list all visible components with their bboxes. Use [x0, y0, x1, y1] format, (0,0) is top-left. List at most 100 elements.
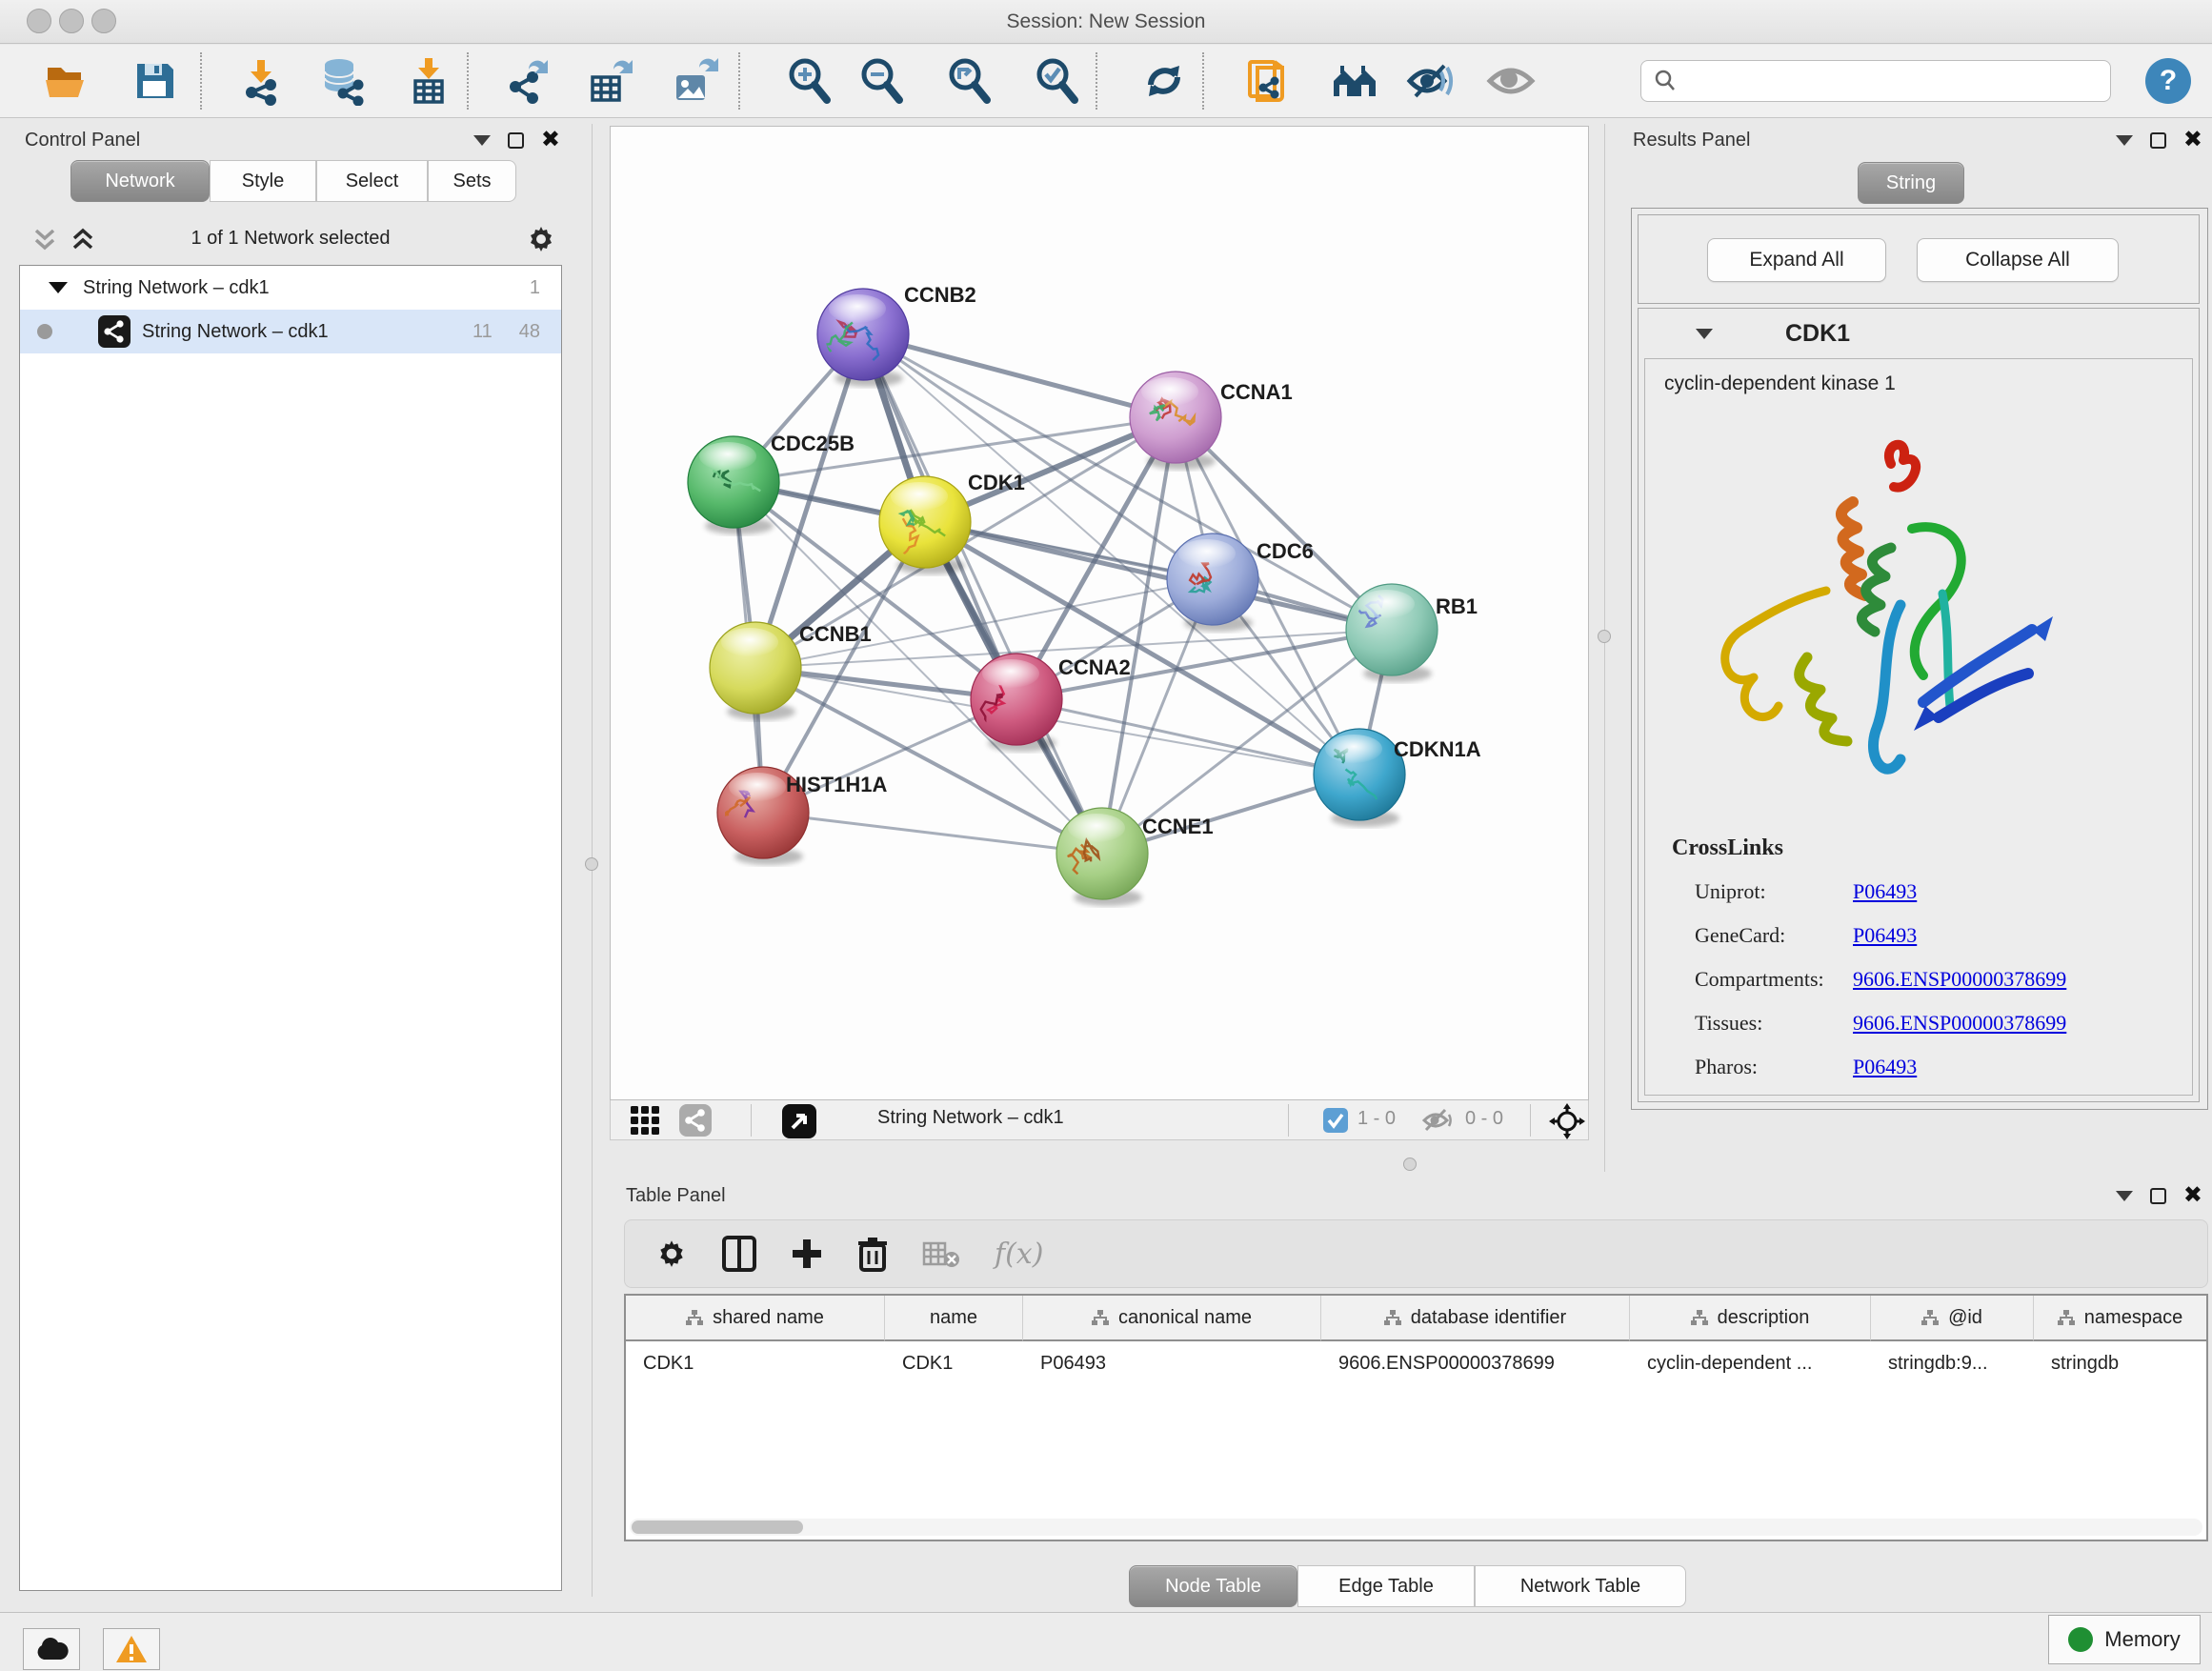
hierarchy-icon [686, 1310, 703, 1325]
zoom-selected-icon[interactable] [1031, 54, 1084, 108]
table-cell[interactable]: 9606.ENSP00000378699 [1321, 1343, 1630, 1383]
collapse-all-button[interactable]: Collapse All [1917, 238, 2119, 282]
toolbar-separator [751, 1104, 752, 1137]
add-column-icon[interactable] [791, 1238, 823, 1270]
tab-select[interactable]: Select [316, 160, 428, 202]
grid-view-icon[interactable] [630, 1105, 660, 1136]
right-splitter-handle[interactable] [1598, 630, 1611, 643]
table-cell[interactable]: cyclin-dependent ... [1630, 1343, 1871, 1383]
copy-network-icon[interactable] [1240, 54, 1294, 108]
tab-edge-table[interactable]: Edge Table [1297, 1565, 1475, 1607]
export-table-icon[interactable] [583, 54, 636, 108]
eye-icon[interactable] [1484, 54, 1538, 108]
toolbar-separator [1096, 52, 1097, 110]
warnings-button[interactable] [103, 1628, 160, 1670]
table-cell[interactable]: P06493 [1023, 1343, 1321, 1383]
tab-style[interactable]: Style [210, 160, 316, 202]
window-zoom-button[interactable] [91, 9, 116, 33]
node-section-header[interactable]: CDK1 [1639, 309, 2199, 358]
network-view-share-icon[interactable] [679, 1104, 712, 1137]
results-panel-title: Results Panel [1633, 130, 1750, 151]
crosslinks-heading: CrossLinks [1672, 836, 1783, 861]
table-cell[interactable]: stringdb:9... [1871, 1343, 2034, 1383]
import-network-database-icon[interactable] [316, 54, 370, 108]
collection-expand-icon[interactable] [49, 282, 68, 293]
apply-layout-icon[interactable] [1137, 54, 1191, 108]
show-columns-icon[interactable] [722, 1236, 756, 1272]
toolbar-separator [1202, 52, 1204, 110]
show-graphics-details-icon[interactable] [1404, 54, 1458, 108]
column-header-shared-name[interactable]: shared name [626, 1296, 885, 1341]
crosslink-link[interactable]: P06493 [1853, 879, 1917, 904]
panel-close-icon[interactable]: ✖ [541, 131, 560, 150]
zoom-fit-icon[interactable] [943, 54, 996, 108]
export-network-icon[interactable] [502, 54, 555, 108]
detach-view-icon[interactable] [782, 1104, 816, 1138]
node-label-CDK1: CDK1 [968, 471, 1025, 494]
string-results-container: Expand All Collapse All CDK1 cyclin-depe… [1631, 208, 2208, 1110]
export-image-icon[interactable] [669, 54, 722, 108]
window-close-button[interactable] [27, 9, 51, 33]
delete-column-icon[interactable] [857, 1236, 888, 1272]
left-splitter-handle[interactable] [585, 857, 598, 871]
network-options-gear-icon[interactable] [526, 224, 556, 254]
crosslink-link[interactable]: 9606.ENSP00000378699 [1853, 967, 2066, 992]
panel-float-icon[interactable] [2150, 1188, 2166, 1204]
network-view-title: String Network – cdk1 [877, 1107, 1064, 1129]
tab-sets[interactable]: Sets [428, 160, 516, 202]
panel-close-icon[interactable]: ✖ [2183, 1186, 2202, 1205]
save-session-icon[interactable] [128, 54, 181, 108]
crosslink-label: Compartments: [1695, 967, 1824, 992]
network-collection-row[interactable]: String Network – cdk1 1 [20, 266, 561, 310]
panel-float-icon[interactable] [2150, 132, 2166, 149]
column-header-description[interactable]: description [1630, 1296, 1871, 1341]
panel-menu-icon[interactable] [473, 135, 491, 146]
selected-checkbox-icon[interactable] [1323, 1108, 1348, 1133]
column-header-name[interactable]: name [885, 1296, 1023, 1341]
import-network-file-icon[interactable] [234, 54, 288, 108]
table-toolbar: f(x) [624, 1219, 2208, 1288]
tab-network[interactable]: Network [70, 160, 210, 202]
column-header-canonical-name[interactable]: canonical name [1023, 1296, 1321, 1341]
cloud-status-button[interactable] [23, 1628, 80, 1670]
crosslink-link[interactable]: 9606.ENSP00000378699 [1853, 1011, 2066, 1036]
memory-button[interactable]: Memory [2048, 1615, 2201, 1664]
column-header-id[interactable]: @id [1871, 1296, 2034, 1341]
panel-menu-icon[interactable] [2116, 1191, 2133, 1201]
tab-network-table[interactable]: Network Table [1475, 1565, 1686, 1607]
tab-string[interactable]: String [1858, 162, 1964, 204]
section-collapse-icon[interactable] [1696, 329, 1713, 339]
node-section-title: CDK1 [1785, 320, 1850, 348]
panel-float-icon[interactable] [508, 132, 524, 149]
column-header-namespace[interactable]: namespace [2034, 1296, 2206, 1341]
bottom-splitter-handle[interactable] [1403, 1158, 1417, 1171]
right-splitter[interactable] [1604, 124, 1605, 1172]
zoom-out-icon[interactable] [855, 54, 909, 108]
panel-close-icon[interactable]: ✖ [2183, 131, 2202, 150]
panel-menu-icon[interactable] [2116, 135, 2133, 146]
network-canvas[interactable]: CCNB2CCNA1CDC25BCDK1CDC6RB1CCNB1CCNA2CDK… [610, 126, 1589, 1100]
import-table-icon[interactable] [402, 54, 455, 108]
scrollbar-thumb[interactable] [632, 1520, 803, 1534]
open-session-icon[interactable] [40, 54, 93, 108]
window-minimize-button[interactable] [59, 9, 84, 33]
fit-content-crosshair-icon[interactable] [1549, 1103, 1585, 1139]
protein-structure-image [1683, 414, 2083, 834]
search-input[interactable] [1678, 70, 2110, 92]
table-cell[interactable]: stringdb [2034, 1343, 2206, 1383]
crosslink-link[interactable]: P06493 [1853, 1055, 1917, 1079]
help-button[interactable]: ? [2145, 58, 2191, 104]
horizontal-scrollbar[interactable] [630, 1519, 2202, 1536]
expand-all-button[interactable]: Expand All [1707, 238, 1886, 282]
results-panel: Results Panel ✖ String Expand All Collap… [1619, 124, 2212, 1115]
first-neighbors-icon[interactable] [1328, 54, 1381, 108]
crosslink-link[interactable]: P06493 [1853, 923, 1917, 948]
tab-node-table[interactable]: Node Table [1129, 1565, 1297, 1607]
column-header-database-identifier[interactable]: database identifier [1321, 1296, 1630, 1341]
zoom-in-icon[interactable] [783, 54, 836, 108]
table-options-gear-icon[interactable] [655, 1238, 688, 1270]
table-cell[interactable]: CDK1 [885, 1343, 1023, 1383]
table-cell[interactable]: CDK1 [626, 1343, 885, 1383]
network-row[interactable]: String Network – cdk1 11 48 [20, 310, 561, 353]
search-field[interactable] [1640, 60, 2111, 102]
